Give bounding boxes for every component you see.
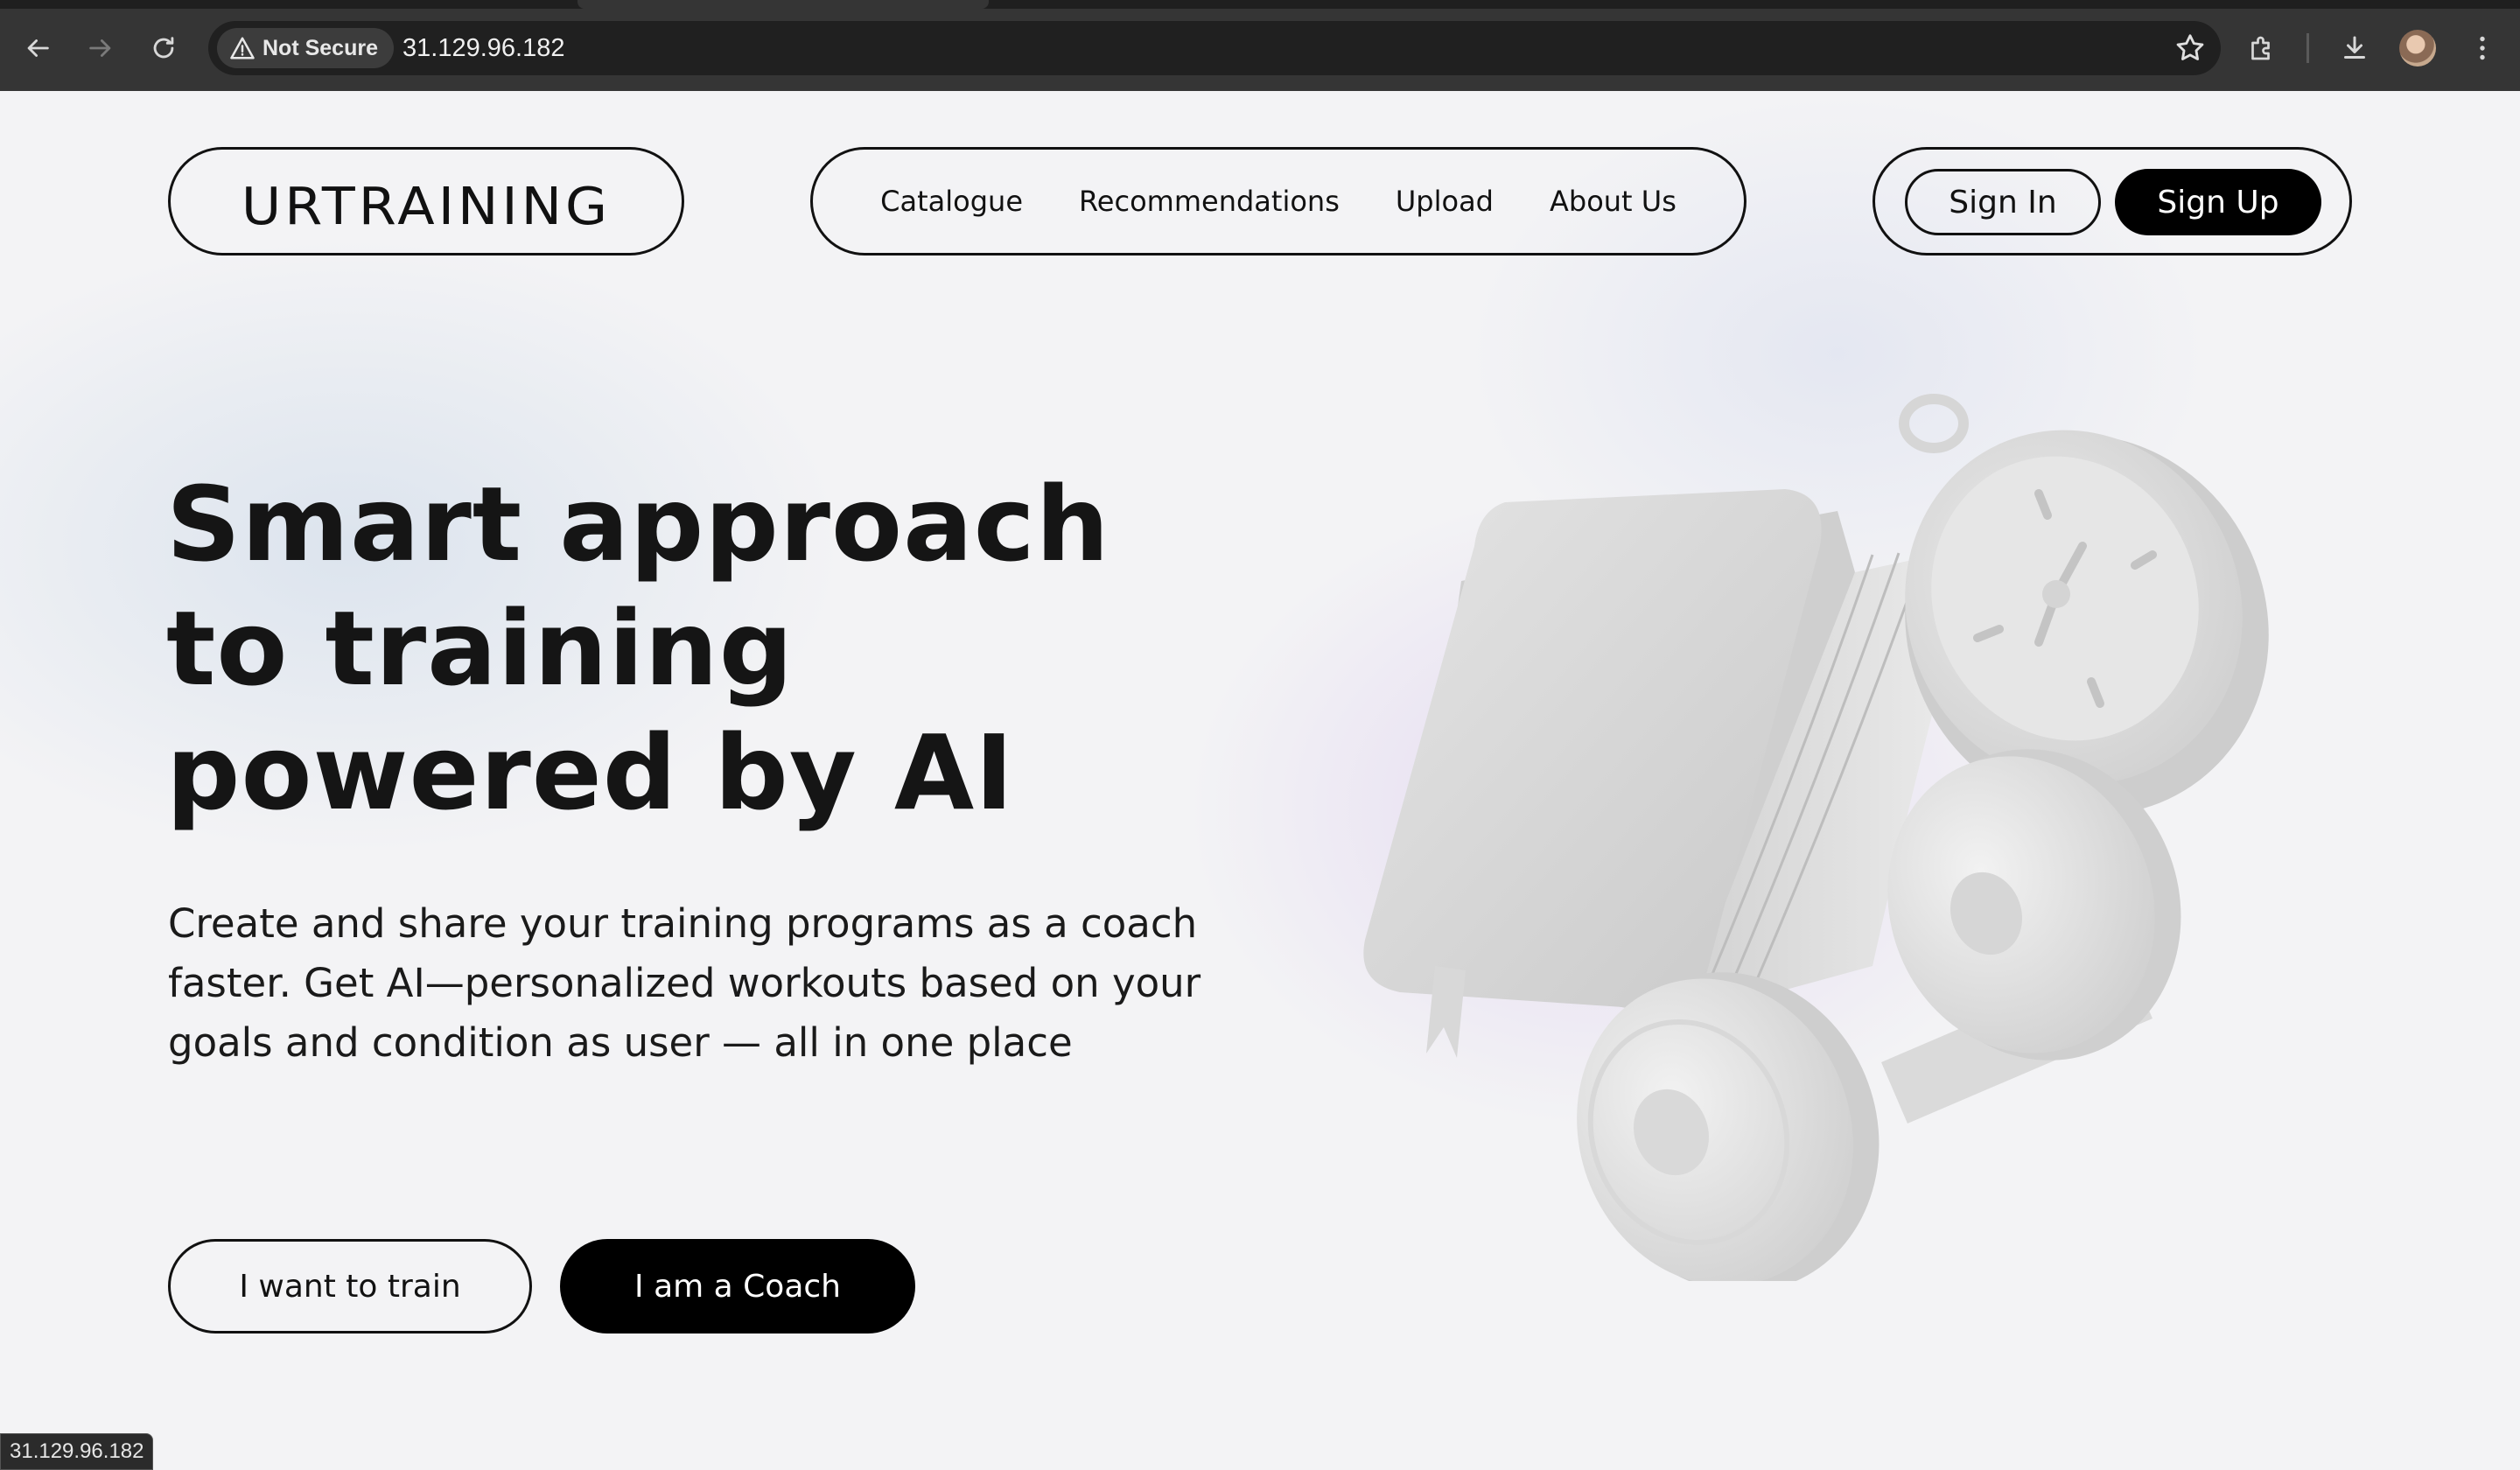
back-icon[interactable] <box>16 26 60 70</box>
page: URTRAINING Catalogue Recommendations Upl… <box>0 91 2520 1470</box>
download-icon[interactable] <box>2333 26 2376 70</box>
auth-group: Sign In Sign Up <box>1872 147 2352 256</box>
toolbar-divider <box>2306 33 2309 63</box>
extensions-icon[interactable] <box>2240 26 2284 70</box>
address-bar[interactable]: Not Secure 31.129.96.182 <box>208 21 2221 75</box>
nav-recommendations[interactable]: Recommendations <box>1079 185 1340 218</box>
hero-title-line: powered by AI <box>166 712 1015 833</box>
reload-icon[interactable] <box>142 26 186 70</box>
coach-button[interactable]: I am a Coach <box>560 1239 915 1334</box>
nav-upload[interactable]: Upload <box>1396 185 1494 218</box>
hero-subtitle: Create and share your training programs … <box>168 900 1201 1066</box>
train-button[interactable]: I want to train <box>168 1239 532 1334</box>
logo-pill[interactable]: URTRAINING <box>168 147 684 256</box>
menu-icon[interactable] <box>2460 26 2504 70</box>
logo: URTRAINING <box>241 175 612 237</box>
star-icon[interactable] <box>2174 32 2207 65</box>
url-text[interactable]: 31.129.96.182 <box>402 34 564 63</box>
sign-up-button[interactable]: Sign Up <box>2115 169 2321 235</box>
status-bar-url: 31.129.96.182 <box>0 1433 154 1470</box>
browser-toolbar: Not Secure 31.129.96.182 <box>0 0 2520 91</box>
tab-strip <box>0 0 2520 9</box>
book-icon <box>1363 489 1978 1058</box>
active-tab[interactable] <box>578 0 989 9</box>
hero-illustration <box>1363 394 2269 1281</box>
forward-icon[interactable] <box>79 26 122 70</box>
hero-title-line: Smart approach <box>166 464 1110 584</box>
sign-in-button[interactable]: Sign In <box>1905 169 2101 235</box>
warning-icon <box>230 37 255 60</box>
security-label: Not Secure <box>262 35 378 60</box>
security-chip[interactable]: Not Secure <box>217 28 394 68</box>
hero-title: Smart approach to training powered by AI <box>166 462 1304 835</box>
main-nav: Catalogue Recommendations Upload About U… <box>810 147 1746 256</box>
nav-about-us[interactable]: About Us <box>1550 185 1676 218</box>
avatar[interactable] <box>2399 30 2436 66</box>
nav-catalogue[interactable]: Catalogue <box>880 185 1023 218</box>
hero-title-line: to training <box>166 588 794 709</box>
